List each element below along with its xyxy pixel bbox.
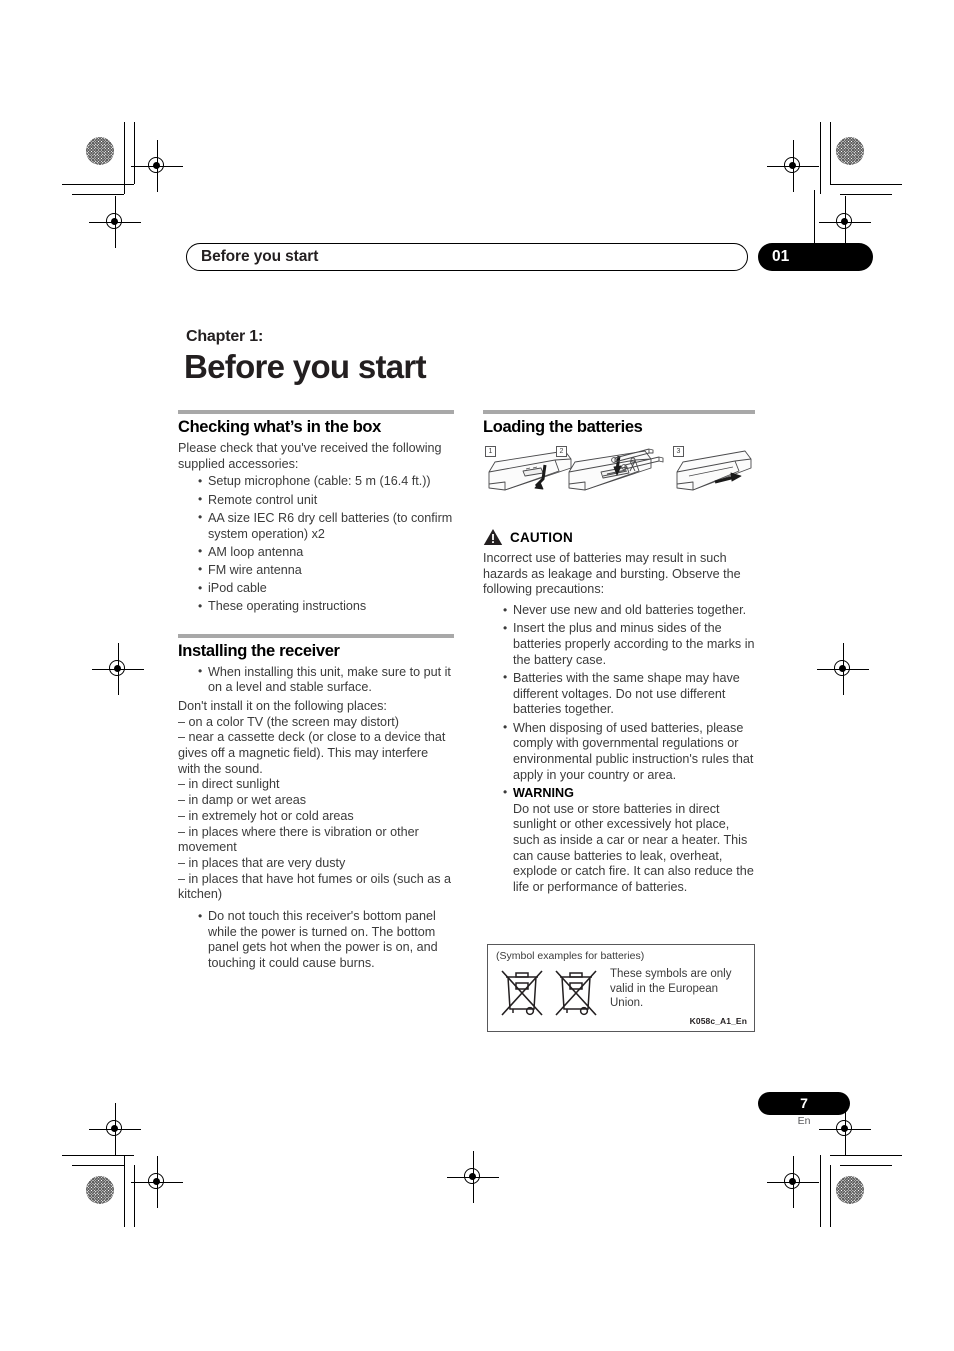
- installing-intro: Don't install it on the following places…: [178, 698, 387, 713]
- list-item: When disposing of used batteries, please…: [503, 720, 755, 784]
- density-patch-icon: [836, 137, 864, 165]
- list-item: Never use new and old batteries together…: [503, 603, 755, 619]
- list-item: Do not touch this receiver's bottom pane…: [198, 909, 454, 972]
- running-header-title: Before you start: [201, 248, 319, 265]
- list-item: Batteries with the same shape may have d…: [503, 670, 755, 718]
- dash-item: – in extremely hot or cold areas: [178, 808, 354, 823]
- registration-mark-icon: [89, 1103, 141, 1155]
- installing-top-bullet-list: When installing this unit, make sure to …: [178, 664, 454, 696]
- registration-mark-icon: [767, 140, 819, 192]
- dash-item: – in direct sunlight: [178, 777, 280, 792]
- chapter-number-badge: 01: [758, 243, 873, 271]
- battery-loading-figure: 1 2 3: [483, 446, 755, 514]
- registration-mark-icon: [819, 196, 871, 248]
- right-column: Loading the batteries 1 2 3 CAUTION Inco…: [483, 410, 755, 898]
- section-rule: [483, 410, 755, 414]
- list-item: Remote control unit: [198, 492, 454, 509]
- registration-mark-icon: [767, 1156, 819, 1208]
- caution-list: Never use new and old batteries together…: [483, 603, 755, 896]
- section-heading-installing-receiver: Installing the receiver: [178, 641, 340, 660]
- section-heading-loading-batteries: Loading the batteries: [483, 418, 643, 436]
- checking-box-list: Setup microphone (cable: 5 m (16.4 ft.))…: [178, 474, 454, 615]
- section-rule: [178, 410, 454, 414]
- symbol-box-note: These symbols are only valid in the Euro…: [610, 968, 732, 1009]
- wheelie-bin-symbols: [494, 965, 606, 1028]
- density-patch-icon: [86, 137, 114, 165]
- registration-mark-icon: [89, 196, 141, 248]
- list-item: iPod cable: [198, 581, 454, 597]
- left-column: Checking what’s in the box Please check …: [178, 410, 454, 974]
- document-page: Before you start 01 Chapter 1: Before yo…: [0, 0, 954, 1351]
- dash-item: – in places that are very dusty: [178, 855, 346, 870]
- registration-mark-icon: [92, 643, 144, 695]
- caution-label: CAUTION: [510, 529, 573, 545]
- document-code: K058c_A1_En: [689, 1016, 747, 1026]
- registration-mark-icon: [131, 140, 183, 192]
- dash-item: – in places where there is vibration or …: [178, 824, 419, 855]
- chapter-label: Chapter 1:: [186, 328, 264, 345]
- symbol-examples-box: (Symbol examples for batteries) These sy…: [487, 944, 755, 1032]
- section-heading-checking-box: Checking what’s in the box: [178, 418, 381, 436]
- remote-battery-steps-illustration: [488, 448, 752, 491]
- list-item: Insert the plus and minus sides of the b…: [503, 621, 755, 668]
- registration-mark-icon: [131, 1156, 183, 1208]
- section-rule: [178, 633, 454, 638]
- page-language-label: En: [797, 1115, 811, 1127]
- list-item: These operating instructions: [198, 599, 454, 615]
- checking-box-intro: Please check that you've received the fo…: [178, 441, 442, 471]
- caution-heading: CAUTION: [483, 528, 755, 546]
- crossed-out-wheelie-bin-icon: [501, 970, 597, 1016]
- warning-list-item: WARNING Do not use or store batteries in…: [503, 785, 755, 896]
- registration-mark-icon: [447, 1151, 499, 1203]
- warning-text: Do not use or store batteries in direct …: [513, 801, 754, 895]
- caution-intro: Incorrect use of batteries may result in…: [483, 551, 741, 597]
- step-number-3: 3: [673, 446, 684, 457]
- list-item: Setup microphone (cable: 5 m (16.4 ft.)): [198, 474, 454, 490]
- dash-item: – in damp or wet areas: [178, 793, 307, 808]
- list-item: FM wire antenna: [198, 562, 454, 579]
- badge-stem-rule: [814, 190, 816, 244]
- page-number-badge: 7: [758, 1092, 850, 1115]
- list-item: When installing this unit, make sure to …: [198, 664, 454, 696]
- installing-dash-list: – on a color TV (the screen may distort)…: [178, 715, 454, 903]
- symbol-box-caption: (Symbol examples for batteries): [496, 950, 645, 962]
- page-title: Before you start: [184, 348, 427, 385]
- density-patch-icon: [836, 1176, 864, 1204]
- registration-mark-icon: [817, 643, 869, 695]
- warning-triangle-icon: [483, 529, 503, 545]
- dash-item: – in places that have hot fumes or oils …: [178, 871, 452, 902]
- list-item: AA size IEC R6 dry cell batteries (to co…: [198, 510, 454, 542]
- list-item: AM loop antenna: [198, 544, 454, 561]
- installing-bottom-bullet-list: Do not touch this receiver's bottom pane…: [178, 909, 454, 972]
- dash-item: – near a cassette deck (or close to a de…: [178, 730, 446, 776]
- step-number-2: 2: [556, 446, 567, 457]
- warning-label: WARNING: [513, 785, 574, 800]
- density-patch-icon: [86, 1176, 114, 1204]
- dash-item: – on a color TV (the screen may distort): [178, 714, 399, 729]
- step-number-1: 1: [485, 446, 496, 457]
